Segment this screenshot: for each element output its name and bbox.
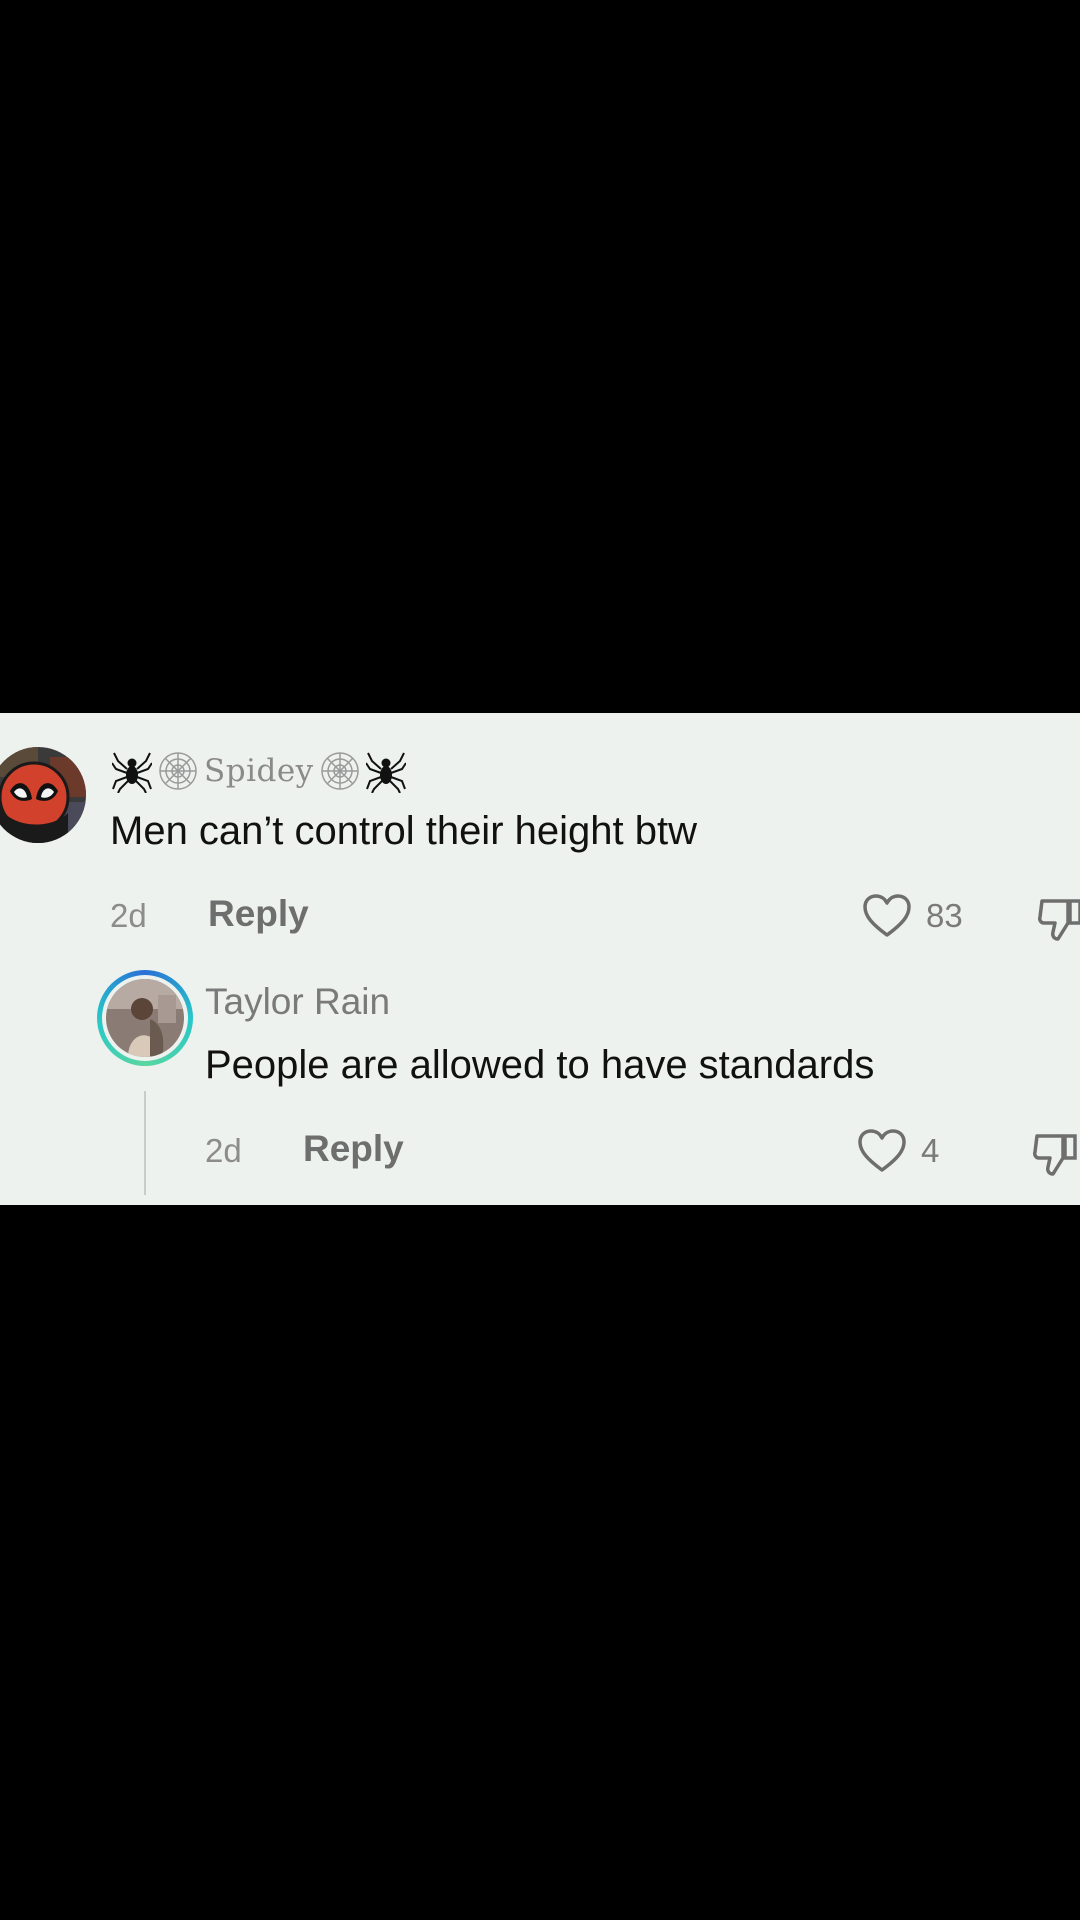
reply-actions: 2d Reply 4 xyxy=(205,1128,1080,1176)
top-letterbox xyxy=(0,0,1080,713)
reply-button[interactable]: Reply xyxy=(208,893,309,935)
thumbs-down-icon xyxy=(1033,1134,1077,1176)
reply-dislike-button[interactable] xyxy=(1033,1130,1077,1183)
thread-line xyxy=(144,1091,146,1195)
comment-panel: Spidey Men can’t control their height bt… xyxy=(0,713,1080,1205)
avatar-spidey[interactable] xyxy=(0,747,86,843)
avatar-taylor xyxy=(106,979,184,1057)
comment-time: 2d xyxy=(110,897,147,934)
thumbs-down-icon xyxy=(1038,899,1080,941)
heart-outline-icon xyxy=(863,894,911,937)
avatar-taylor-ring[interactable] xyxy=(97,970,193,1066)
spider-icon xyxy=(112,752,152,793)
bottom-letterbox xyxy=(0,1205,1080,1920)
dislike-button[interactable] xyxy=(1038,895,1080,948)
spiderweb-icon xyxy=(159,752,197,790)
comment-username: Spidey xyxy=(204,753,314,789)
reply-reply-button[interactable]: Reply xyxy=(303,1128,404,1170)
reply-like-button[interactable]: 4 xyxy=(857,1128,939,1174)
reply-time: 2d xyxy=(205,1132,242,1169)
comment-actions: 2d Reply 83 xyxy=(110,893,1080,941)
comment-text: Men can’t control their height btw xyxy=(110,809,697,853)
like-count: 83 xyxy=(926,897,963,934)
reply-username[interactable]: Taylor Rain xyxy=(205,981,390,1023)
avatar-taylor-ring-inner xyxy=(102,975,188,1061)
heart-outline-icon xyxy=(858,1129,906,1172)
spiderweb-icon xyxy=(320,752,359,790)
comment-username-row[interactable]: Spidey xyxy=(112,749,406,793)
taylor-avatar-image xyxy=(106,979,184,1057)
like-button[interactable]: 83 xyxy=(862,893,963,939)
spider-icon xyxy=(365,752,406,793)
spidey-avatar-image xyxy=(0,747,86,843)
reply-text: People are allowed to have standards xyxy=(205,1043,875,1087)
reply-like-count: 4 xyxy=(921,1132,940,1169)
